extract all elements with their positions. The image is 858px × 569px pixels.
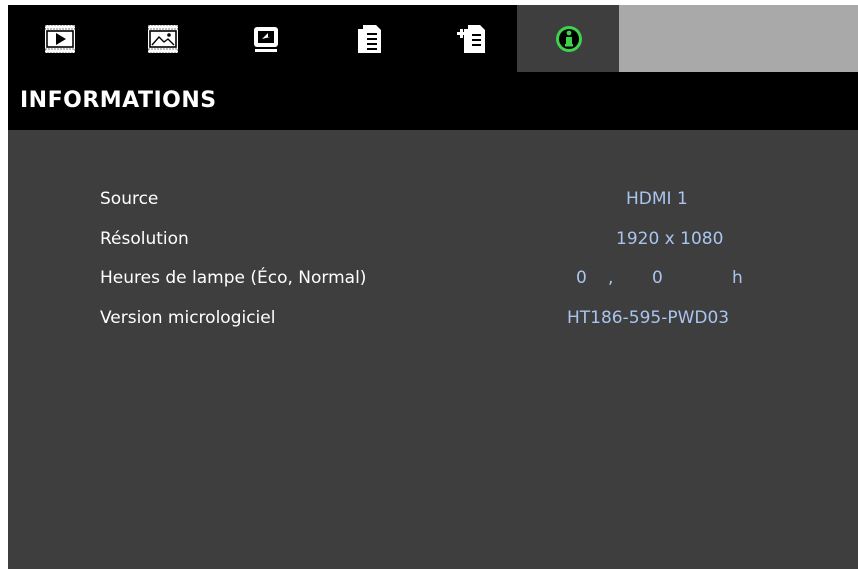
page-title: INFORMATIONS: [20, 88, 217, 113]
info-row-resolution: Résolution 1920 x 1080: [100, 229, 840, 253]
lamp-hours-eco-value: 0: [576, 268, 587, 288]
resolution-value: 1920 x 1080: [616, 229, 724, 249]
tab-display[interactable]: [214, 5, 317, 72]
tab-information[interactable]: [517, 5, 620, 72]
tab-bar-filler: [619, 5, 858, 72]
info-row-lamp-hours: Heures de lampe (Éco, Normal) 0 , 0 h: [100, 268, 840, 292]
lamp-hours-unit: h: [732, 268, 743, 288]
lamp-hours-separator: ,: [608, 268, 614, 288]
display-screen-icon: [253, 26, 278, 52]
source-label: Source: [100, 189, 159, 209]
firmware-label: Version micrologiciel: [100, 308, 276, 328]
add-document-icon: [456, 24, 485, 53]
info-row-source: Source HDMI 1: [100, 189, 840, 213]
resolution-label: Résolution: [100, 229, 189, 249]
tab-image[interactable]: [8, 5, 111, 72]
document-settings-icon: [357, 24, 381, 53]
info-circle-icon: [555, 25, 582, 52]
tab-settings[interactable]: [317, 5, 420, 72]
tab-picture[interactable]: [111, 5, 214, 72]
title-bar: INFORMATIONS: [8, 72, 858, 130]
lamp-hours-label: Heures de lampe (Éco, Normal): [100, 268, 367, 288]
tab-extra-settings[interactable]: [420, 5, 523, 72]
source-value: HDMI 1: [626, 189, 688, 209]
menu-tab-bar: [8, 5, 858, 72]
lamp-hours-normal-value: 0: [652, 268, 663, 288]
osd-menu: INFORMATIONS Source HDMI 1 Résolution 19…: [8, 5, 858, 569]
picture-adjust-icon: [147, 24, 178, 53]
play-image-icon: [44, 24, 75, 53]
firmware-value: HT186-595-PWD03: [567, 308, 730, 328]
info-row-firmware: Version micrologiciel HT186-595-PWD03: [100, 308, 840, 332]
